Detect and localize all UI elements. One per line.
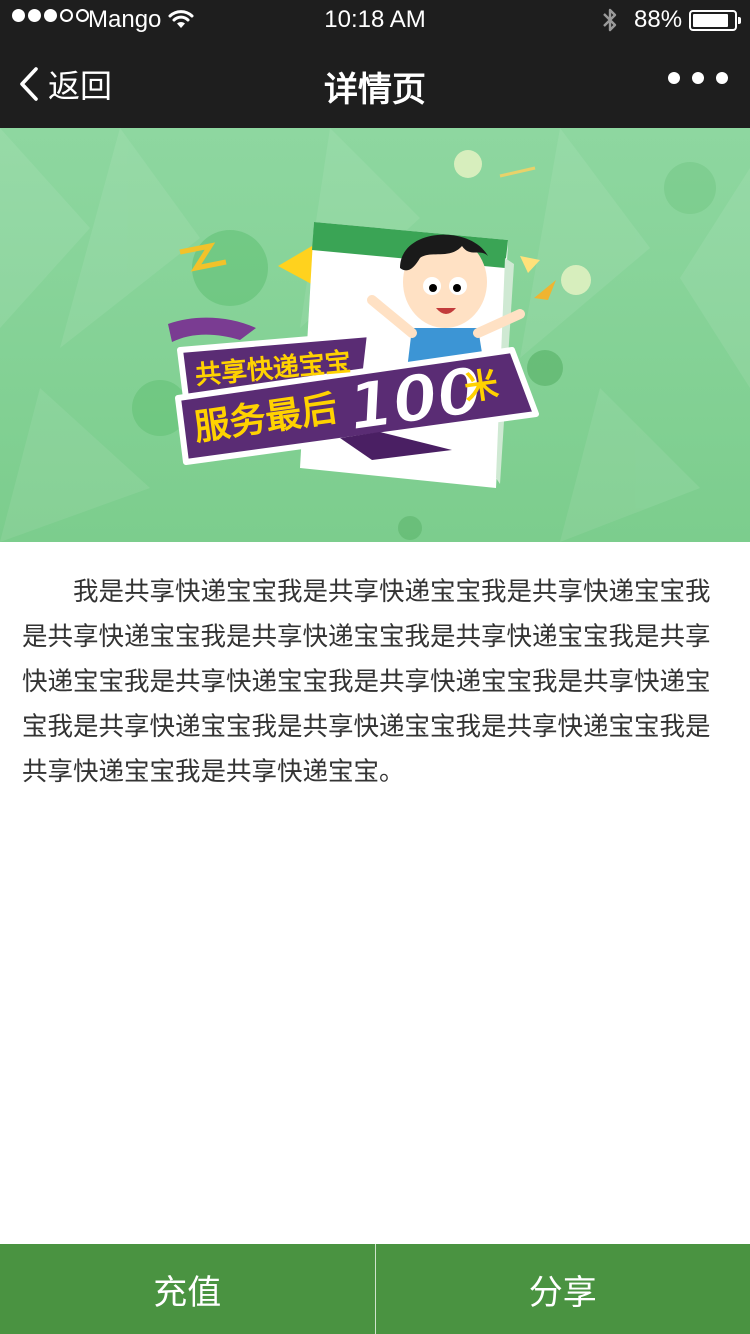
battery-icon <box>689 10 741 31</box>
ellipsis-icon <box>668 72 680 84</box>
share-button[interactable]: 分享 <box>375 1244 750 1334</box>
status-bar: Mango 10:18 AM 88% <box>0 0 750 40</box>
battery-percentage: 88% <box>634 6 683 33</box>
banner-unit: 米 <box>462 365 501 409</box>
banner-illustration: 共享快递宝宝 服务最后 100 米 <box>0 128 750 542</box>
bottom-action-bar: 充值 分享 <box>0 1244 750 1334</box>
bluetooth-icon <box>600 6 620 41</box>
recharge-button[interactable]: 充值 <box>0 1244 375 1334</box>
article-body: 我是共享快递宝宝我是共享快递宝宝我是共享快递宝宝我是共享快递宝宝我是共享快递宝宝… <box>22 577 711 787</box>
page-title: 详情页 <box>324 70 426 110</box>
more-options-button[interactable] <box>668 72 728 84</box>
navigation-bar: 返回 详情页 <box>0 40 750 128</box>
promo-banner: 共享快递宝宝 服务最后 100 米 <box>0 128 750 542</box>
detail-page: Mango 10:18 AM 88% 返回 详情页 共享快递宝宝 服务最后 10… <box>0 0 750 1334</box>
